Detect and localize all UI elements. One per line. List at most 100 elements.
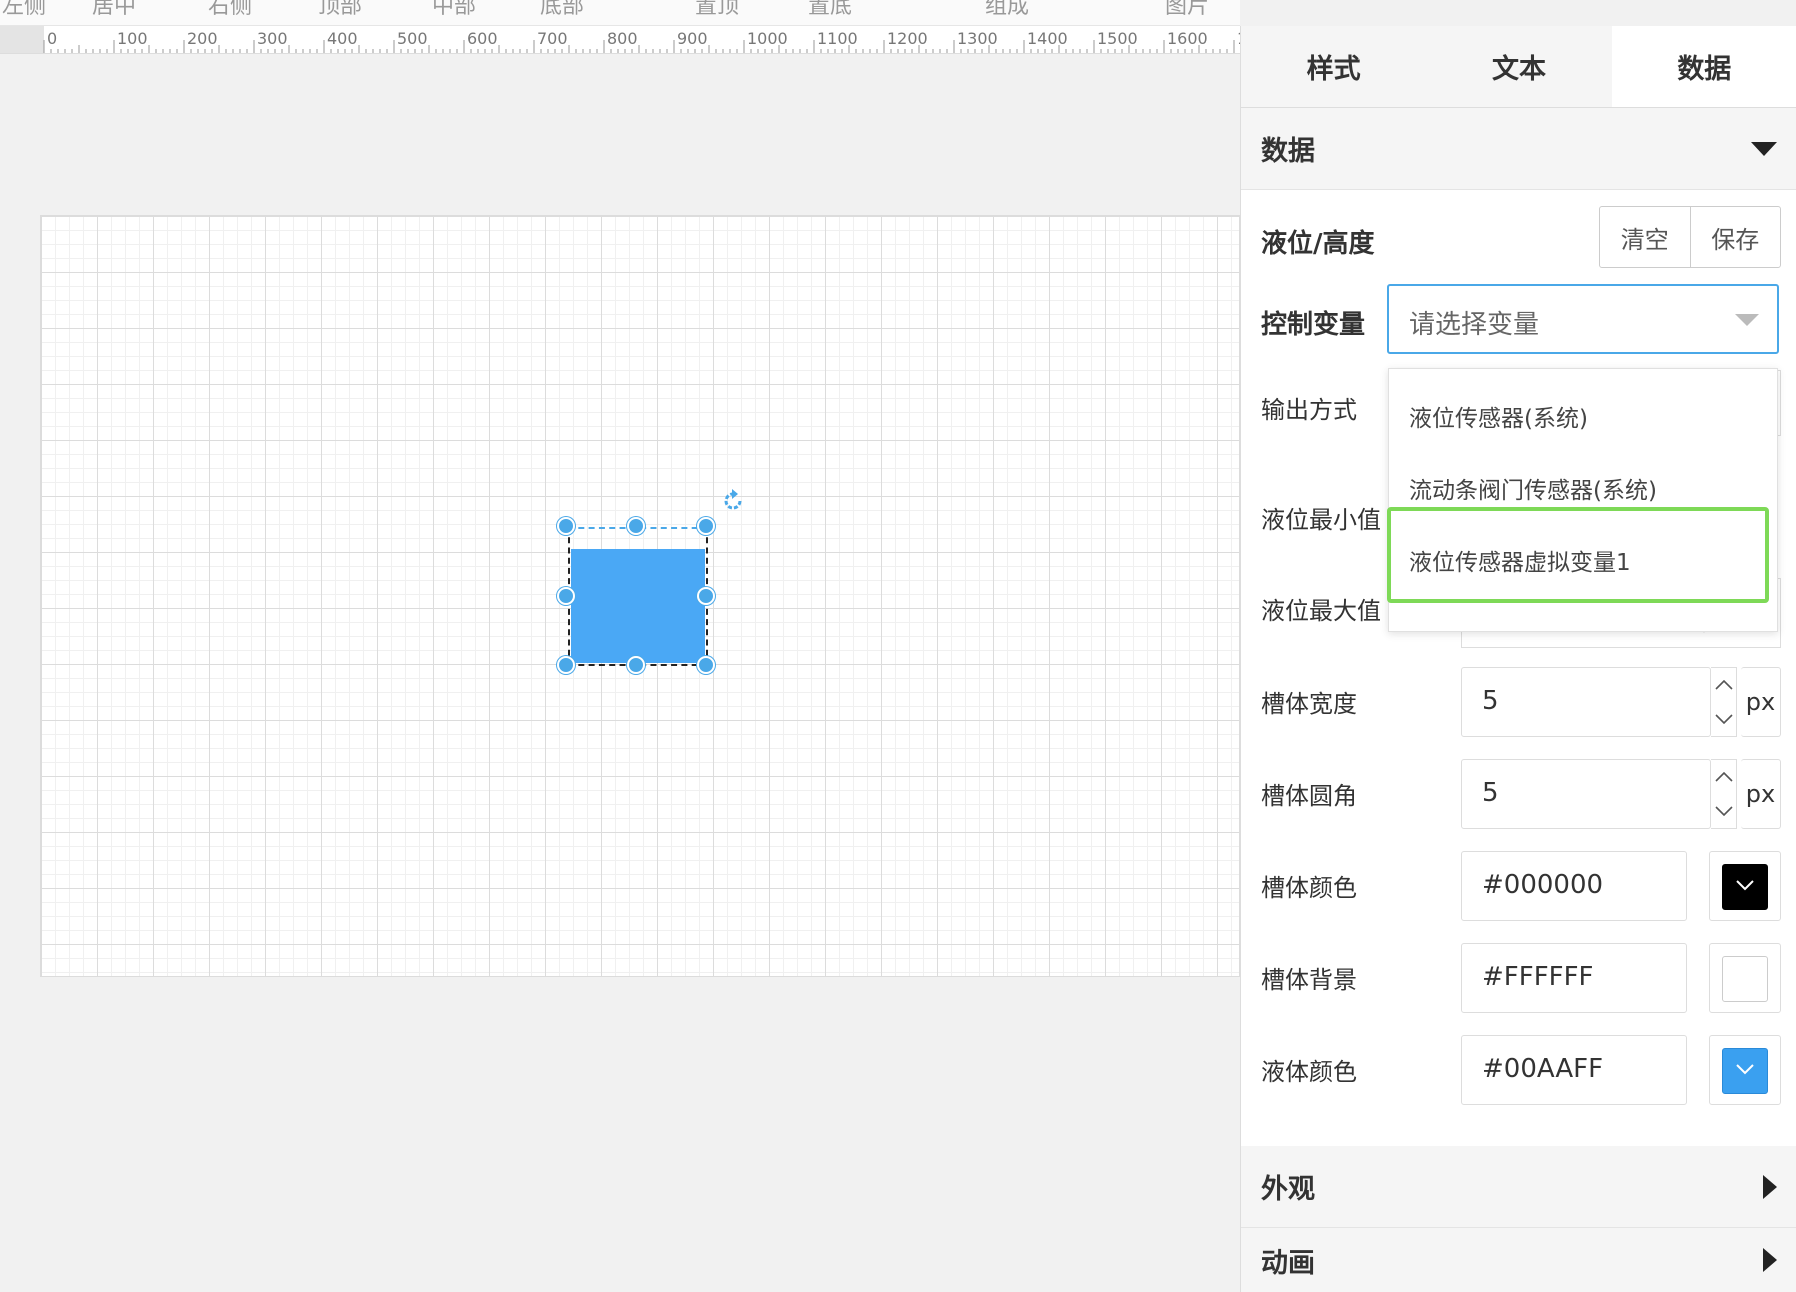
level-button-group: 清空 保存 — [1599, 206, 1781, 268]
chevron-down-icon — [1736, 1064, 1754, 1075]
properties-panel: 样式 文本 数据 数据 液位/高度 清空 保存 控制变量 请选择变量 输出方式 … — [1240, 26, 1796, 1292]
chevron-down-icon — [1736, 880, 1754, 891]
ruler-label: 1400 — [1027, 29, 1068, 48]
ruler-label: 1500 — [1097, 29, 1138, 48]
ruler-label: 300 — [257, 29, 288, 48]
ruler-label: 600 — [467, 29, 498, 48]
output-mode-label: 输出方式 — [1261, 396, 1357, 424]
dropdown-option[interactable]: 流动条阀门传感器(系统) — [1409, 471, 1657, 505]
toolbar-item-align-left[interactable]: 左侧 — [2, 0, 46, 20]
toolbar-item-image[interactable]: 图片 — [1165, 0, 1209, 20]
level-min-label: 液位最小值 — [1261, 506, 1381, 534]
tank-liquid-fill — [571, 549, 705, 663]
control-variable-select[interactable]: 请选择变量 — [1387, 284, 1779, 354]
animation-section-header[interactable]: 动画 — [1241, 1228, 1796, 1292]
ruler-label: 1000 — [747, 29, 788, 48]
resize-handle-top[interactable] — [627, 517, 645, 535]
color-swatch — [1722, 864, 1768, 910]
tank-width-label: 槽体宽度 — [1261, 690, 1357, 718]
appearance-section-header[interactable]: 外观 — [1241, 1146, 1796, 1228]
tank-background-label: 槽体背景 — [1261, 966, 1357, 994]
ruler-label: 1300 — [957, 29, 998, 48]
caret-down-icon — [1751, 141, 1777, 156]
ruler-label: 0 — [47, 29, 58, 48]
chevron-down-icon[interactable] — [1715, 806, 1733, 816]
toolbar-item-align-middle[interactable]: 中部 — [432, 0, 476, 20]
resize-handle-top-right[interactable] — [697, 517, 715, 535]
tank-background-picker[interactable] — [1709, 943, 1781, 1013]
liquid-color-value: #00AAFF — [1482, 1054, 1604, 1084]
tank-radius-label: 槽体圆角 — [1261, 782, 1357, 810]
color-swatch — [1722, 1048, 1768, 1094]
ruler-label: 700 — [537, 29, 568, 48]
ruler-label: 1200 — [887, 29, 928, 48]
color-swatch — [1722, 956, 1768, 1002]
variable-dropdown-menu: 液位传感器(系统) 流动条阀门传感器(系统) 液位传感器虚拟变量1 — [1388, 368, 1778, 632]
chevron-up-icon[interactable] — [1715, 772, 1733, 782]
level-height-label: 液位/高度 — [1261, 229, 1375, 259]
caret-right-icon — [1763, 1248, 1777, 1272]
tank-radius-stepper[interactable] — [1711, 759, 1737, 829]
liquid-color-picker[interactable] — [1709, 1035, 1781, 1105]
canvas-workarea[interactable] — [0, 55, 1240, 1292]
tank-background-value: #FFFFFF — [1482, 962, 1594, 992]
app-root: 左侧 居中 右侧 顶部 中部 底部 置顶 置底 组成 图片 0 100 200 300… — [0, 0, 1796, 1292]
toolbar-item-bring-front[interactable]: 置顶 — [695, 0, 739, 20]
save-button[interactable]: 保存 — [1689, 207, 1781, 267]
toolbar-item-align-right[interactable]: 右侧 — [208, 0, 252, 20]
chevron-up-icon[interactable] — [1715, 680, 1733, 690]
tank-width-input[interactable]: 5 — [1461, 667, 1711, 737]
tank-radius-input[interactable]: 5 — [1461, 759, 1711, 829]
tab-data[interactable]: 数据 — [1611, 26, 1796, 107]
ruler-label: 100 — [117, 29, 148, 48]
top-toolbar: 左侧 居中 右侧 顶部 中部 底部 置顶 置底 组成 图片 — [0, 0, 1240, 26]
tank-color-picker[interactable] — [1709, 851, 1781, 921]
resize-handle-bottom-right[interactable] — [697, 656, 715, 674]
tab-text[interactable]: 文本 — [1426, 26, 1611, 107]
chevron-down-icon — [1735, 314, 1759, 326]
dropdown-option[interactable]: 液位传感器(系统) — [1409, 399, 1588, 433]
ruler-label: 1100 — [817, 29, 858, 48]
tank-width-value: 5 — [1482, 686, 1499, 716]
resize-handle-bottom-left[interactable] — [557, 656, 575, 674]
toolbar-item-align-bottom[interactable]: 底部 — [540, 0, 584, 20]
level-max-label: 液位最大值 — [1261, 597, 1381, 625]
resize-handle-bottom[interactable] — [627, 656, 645, 674]
animation-section-title: 动画 — [1261, 1247, 1315, 1279]
ruler-label: 200 — [187, 29, 218, 48]
tab-style[interactable]: 样式 — [1241, 26, 1426, 107]
data-section-title: 数据 — [1261, 136, 1315, 167]
ruler-label: 1600 — [1167, 29, 1208, 48]
toolbar-item-group[interactable]: 组成 — [985, 0, 1029, 20]
rotate-icon[interactable] — [720, 488, 746, 514]
panel-tabs: 样式 文本 数据 — [1241, 26, 1796, 108]
appearance-section-title: 外观 — [1261, 1174, 1315, 1205]
caret-right-icon — [1763, 1174, 1777, 1199]
ruler-label: 500 — [397, 29, 428, 48]
clear-button[interactable]: 清空 — [1600, 207, 1690, 267]
toolbar-item-align-top[interactable]: 顶部 — [318, 0, 362, 20]
control-variable-label: 控制变量 — [1261, 310, 1366, 340]
select-placeholder: 请选择变量 — [1409, 310, 1540, 340]
dropdown-option[interactable]: 液位传感器虚拟变量1 — [1409, 543, 1631, 577]
data-section-header[interactable]: 数据 — [1241, 108, 1796, 190]
liquid-color-label: 液体颜色 — [1261, 1058, 1357, 1086]
tank-background-input[interactable]: #FFFFFF — [1461, 943, 1687, 1013]
liquid-tank-shape[interactable] — [568, 527, 708, 666]
ruler-label: 800 — [607, 29, 638, 48]
tank-width-unit: px — [1741, 667, 1781, 737]
resize-handle-right[interactable] — [697, 587, 715, 605]
chevron-down-icon[interactable] — [1715, 714, 1733, 724]
tank-width-stepper[interactable] — [1711, 667, 1737, 737]
tank-radius-value: 5 — [1482, 778, 1499, 808]
toolbar-item-send-back[interactable]: 置底 — [808, 0, 852, 20]
tank-color-label: 槽体颜色 — [1261, 874, 1357, 902]
tank-color-value: #000000 — [1482, 870, 1604, 900]
horizontal-ruler: 0 100 200 300 400 500 600 700 800 900 1000 1100 1200… — [0, 26, 1240, 54]
tank-radius-unit: px — [1741, 759, 1781, 829]
tank-color-input[interactable]: #000000 — [1461, 851, 1687, 921]
liquid-color-input[interactable]: #00AAFF — [1461, 1035, 1687, 1105]
toolbar-item-align-center[interactable]: 居中 — [92, 0, 136, 20]
resize-handle-left[interactable] — [557, 587, 575, 605]
resize-handle-top-left[interactable] — [557, 517, 575, 535]
